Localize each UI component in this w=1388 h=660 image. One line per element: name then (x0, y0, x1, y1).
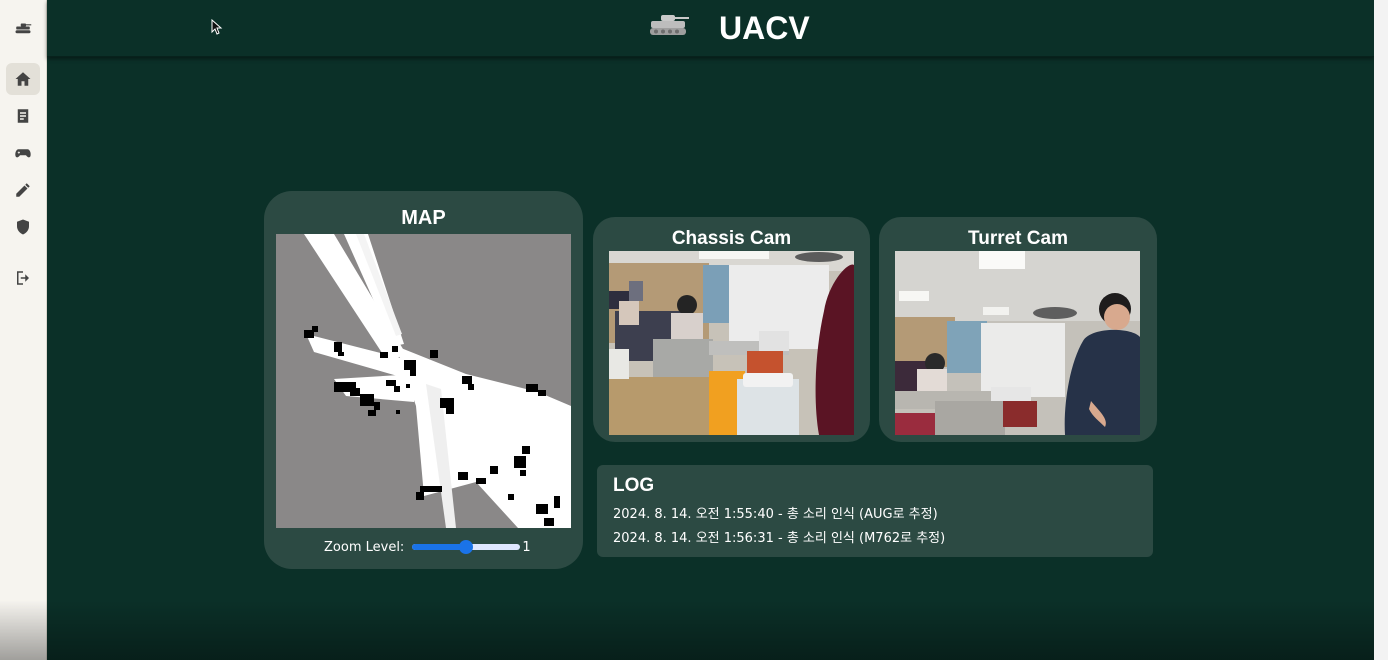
sidebar-logo[interactable] (6, 12, 40, 44)
sidebar-item-edit[interactable] (6, 174, 40, 206)
occupancy-map[interactable] (276, 234, 571, 528)
map-panel: MAP Zoom Level: 1 (264, 191, 583, 569)
zoom-value: 1 (522, 539, 531, 555)
zoom-control: Zoom Level: 1 (324, 536, 531, 558)
zoom-label: Zoom Level: (324, 539, 405, 555)
sidebar (0, 0, 47, 660)
window-scrollbar[interactable] (1374, 0, 1388, 660)
chassis-cam-panel: Chassis Cam (593, 217, 870, 442)
turret-cam-feed (895, 251, 1140, 435)
bottom-shadow (0, 600, 1374, 660)
zoom-slider-thumb[interactable] (459, 540, 474, 554)
sidebar-item-document[interactable] (6, 100, 40, 132)
sidebar-item-security[interactable] (6, 211, 40, 243)
zoom-slider-fill (412, 544, 467, 550)
sidebar-item-controller[interactable] (6, 137, 40, 169)
tank-logo-icon (650, 15, 689, 35)
mouse-cursor-icon (211, 19, 223, 35)
app-title: UACV (719, 10, 810, 46)
map-scan-image (276, 234, 571, 528)
sidebar-item-home[interactable] (6, 63, 40, 95)
sidebar-item-logout[interactable] (6, 262, 40, 294)
log-entry: 2024. 8. 14. 오전 1:55:40 - 총 소리 인식 (AUG로 … (613, 507, 938, 522)
document-icon (17, 109, 29, 123)
turret-cam-panel: Turret Cam (879, 217, 1157, 442)
header: UACV (47, 0, 1374, 57)
home-icon (15, 72, 31, 86)
pencil-icon (16, 183, 30, 197)
shield-icon (17, 219, 29, 235)
zoom-slider[interactable] (412, 540, 521, 554)
gamepad-icon (15, 149, 31, 158)
log-entry: 2024. 8. 14. 오전 1:56:31 - 총 소리 인식 (M762로… (613, 531, 946, 546)
log-panel: LOG 2024. 8. 14. 오전 1:55:40 - 총 소리 인식 (A… (597, 465, 1153, 557)
log-title: LOG (613, 475, 655, 496)
turret-cam-title: Turret Cam (968, 228, 1068, 249)
map-title: MAP (401, 207, 446, 229)
chassis-cam-feed (609, 251, 854, 435)
chassis-cam-image (609, 251, 854, 435)
chassis-cam-title: Chassis Cam (671, 228, 792, 249)
logout-icon (17, 271, 29, 285)
tank-icon (15, 23, 32, 34)
turret-cam-image (895, 251, 1140, 435)
